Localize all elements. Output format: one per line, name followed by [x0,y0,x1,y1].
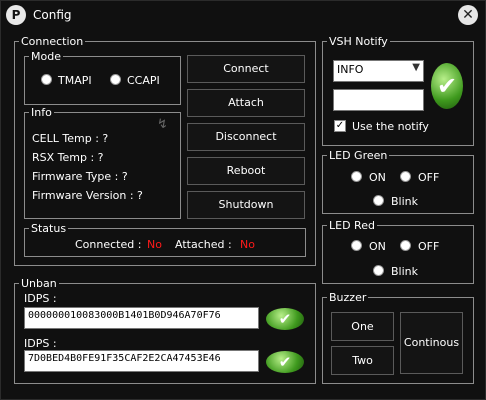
use-notify-checkbox[interactable]: ✓ [334,120,346,132]
connected-label: Connected : [75,238,142,251]
status-group: Status [24,223,306,257]
attached-label: Attached : [175,238,232,251]
led-red-off-radio[interactable] [400,240,411,251]
connect-button[interactable]: Connect [187,55,305,83]
window-title: Config [33,8,72,22]
led-green-legend: LED Green [329,149,388,162]
firmware-version-text: Firmware Version : ? [32,189,143,202]
vsh-notify-legend: VSH Notify [329,35,388,48]
mouse-cursor-icon: ↯ [157,117,168,132]
rsx-temp-text: RSX Temp : ? [32,151,104,164]
notify-type-select[interactable]: INFO ▼ [333,60,424,82]
close-icon[interactable]: ✕ [458,5,478,25]
led-green-on-label: ON [369,171,386,184]
unban-legend: Unban [21,277,57,290]
buzzer-legend: Buzzer [329,291,367,304]
led-green-blink-radio[interactable] [373,195,384,206]
disconnect-button[interactable]: Disconnect [187,123,305,151]
led-green-blink-label: Blink [391,195,419,208]
led-red-legend: LED Red [329,219,375,232]
led-green-off-label: OFF [418,171,440,184]
tmapi-label: TMAPI [58,74,92,87]
ccapi-label: CCAPI [127,74,160,87]
led-red-off-label: OFF [418,240,440,253]
buzzer-one-button[interactable]: One [331,312,394,341]
led-red-on-radio[interactable] [351,240,362,251]
idps2-label: IDPS : [24,337,57,350]
led-red-blink-radio[interactable] [373,265,384,276]
playstation-logo-icon: P [6,5,26,25]
connected-status-value: No [147,238,162,251]
attached-status-value: No [240,238,255,251]
buzzer-continous-button[interactable]: Continous [400,312,463,374]
cell-temp-text: CELL Temp : ? [32,132,109,145]
buzzer-two-button[interactable]: Two [331,346,394,375]
idps1-label: IDPS : [24,292,57,305]
notify-message-field[interactable] [333,89,424,111]
ccapi-radio[interactable] [110,74,121,85]
tmapi-radio[interactable] [41,74,52,85]
idps1-apply-check-icon[interactable]: ✔ [266,308,304,330]
connection-legend: Connection [21,35,84,48]
led-green-on-radio[interactable] [351,171,362,182]
led-green-off-radio[interactable] [400,171,411,182]
notify-type-value: INFO [337,63,364,76]
mode-legend: Mode [31,50,61,63]
idps2-field[interactable]: 7D0BED4B0FE91F35CAF2E2CA47453E46 [24,350,259,372]
status-legend: Status [31,222,67,235]
attach-button[interactable]: Attach [187,89,305,117]
send-notify-check-icon[interactable]: ✔ [431,63,463,109]
chevron-down-icon: ▼ [412,62,420,73]
title-bar[interactable]: P Config ✕ [0,0,486,30]
use-notify-label: Use the notify [352,120,429,133]
idps2-apply-check-icon[interactable]: ✔ [266,351,304,373]
idps1-field[interactable]: 000000010083000B1401B0D946A70F76 [24,307,259,329]
led-red-blink-label: Blink [391,265,419,278]
shutdown-button[interactable]: Shutdown [187,191,305,219]
info-legend: Info [31,106,52,119]
firmware-type-text: Firmware Type : ? [32,170,128,183]
led-red-on-label: ON [369,240,386,253]
reboot-button[interactable]: Reboot [187,157,305,185]
